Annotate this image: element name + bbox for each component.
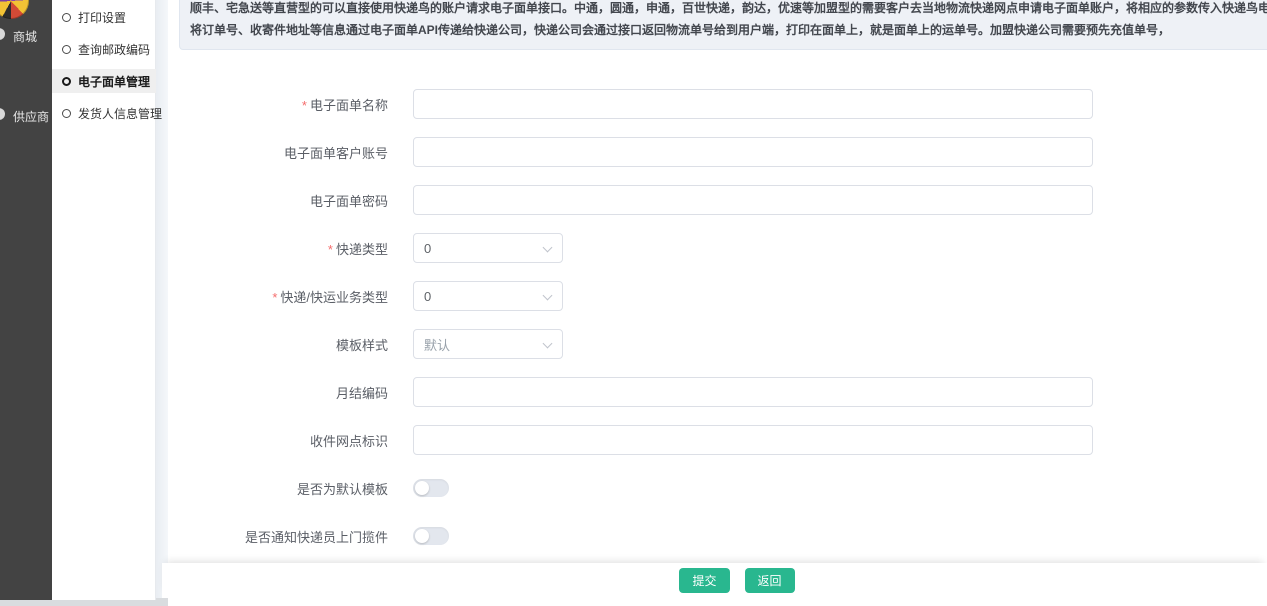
express-type-select[interactable]: 0: [413, 233, 563, 263]
waybill-password-input[interactable]: [413, 185, 1093, 215]
main-content: 顺丰、宅急送等直营型的可以直接使用快递鸟的账户请求电子面单接口。中通，圆通，申通…: [168, 0, 1267, 606]
field-label: 模板样式: [168, 335, 400, 354]
form-row-waybill-name: *电子面单名称: [168, 89, 1267, 119]
form-row-waybill-password: 电子面单密码: [168, 185, 1267, 215]
submenu-item-postal-code-query[interactable]: 查询邮政编码: [52, 37, 156, 61]
submenu-item-label: 打印设置: [78, 9, 126, 26]
submenu-item-print-settings[interactable]: 打印设置: [52, 5, 156, 29]
submenu-item-shipper-info[interactable]: 发货人信息管理: [52, 101, 156, 125]
field-label: 收件网点标识: [168, 431, 400, 450]
select-value: 0: [424, 289, 431, 304]
notify-courier-toggle[interactable]: [413, 527, 449, 545]
circle-bullet-icon: [62, 13, 71, 22]
form-row-receive-site: 收件网点标识: [168, 425, 1267, 455]
field-label: 电子面单密码: [168, 191, 400, 210]
notice-line-2: 将订单号、收寄件地址等信息通过电子面单API传递给快递公司，快递公司会通过接口返…: [190, 19, 1258, 41]
default-template-toggle[interactable]: [413, 479, 449, 497]
scrollbar-track[interactable]: [156, 0, 168, 598]
form-row-express-type: *快递类型 0: [168, 233, 1267, 263]
chevron-down-icon: [543, 339, 553, 349]
submenu-item-ewaybill-management[interactable]: 电子面单管理: [52, 69, 156, 93]
field-label: 月结编码: [168, 383, 400, 402]
chevron-down-icon: [543, 291, 553, 301]
sidebar-item-label: 商城: [13, 28, 37, 45]
field-label: 是否为默认模板: [168, 479, 400, 498]
submenu-item-label: 电子面单管理: [78, 73, 150, 90]
circle-bullet-icon: [62, 45, 71, 54]
receive-site-input[interactable]: [413, 425, 1093, 455]
toggle-knob: [415, 529, 429, 543]
select-value: 0: [424, 241, 431, 256]
form-row-default-template: 是否为默认模板: [168, 473, 1267, 503]
notice-line-1: 顺丰、宅急送等直营型的可以直接使用快递鸟的账户请求电子面单接口。中通，圆通，申通…: [190, 0, 1258, 19]
back-button[interactable]: 返回: [745, 568, 795, 593]
sidebar-item-supplier[interactable]: 供应商: [0, 106, 52, 124]
submenu-item-label: 发货人信息管理: [78, 105, 162, 122]
primary-sidebar: 商城 供应商: [0, 0, 52, 600]
circle-bullet-icon: [62, 109, 71, 118]
footer-action-bar: 提交 返回: [162, 563, 1267, 598]
mall-icon: [0, 28, 5, 40]
toggle-knob: [415, 481, 429, 495]
waybill-name-input[interactable]: [413, 89, 1093, 119]
submit-button[interactable]: 提交: [679, 568, 729, 593]
required-asterisk: *: [328, 242, 333, 257]
field-label: 电子面单客户账号: [168, 143, 400, 162]
sidebar-item-label: 供应商: [13, 108, 49, 125]
chevron-down-icon: [543, 243, 553, 253]
form-row-waybill-account: 电子面单客户账号: [168, 137, 1267, 167]
ewaybill-form: *电子面单名称 电子面单客户账号 电子面单密码 *快递类型 0 *快递/快运业务…: [168, 89, 1267, 569]
required-asterisk: *: [272, 290, 277, 305]
field-label: *电子面单名称: [168, 95, 400, 114]
required-asterisk: *: [302, 98, 307, 113]
circle-bullet-icon: [62, 77, 71, 86]
waybill-account-input[interactable]: [413, 137, 1093, 167]
secondary-sidebar: 打印设置 查询邮政编码 电子面单管理 发货人信息管理: [52, 0, 156, 600]
form-row-express-business-type: *快递/快运业务类型 0: [168, 281, 1267, 311]
template-style-select[interactable]: 默认: [413, 329, 563, 359]
select-value: 默认: [424, 335, 450, 354]
page: 商城 供应商 打印设置 查询邮政编码 电子面单管理 发货人信息管理 顺丰、宅急送…: [0, 0, 1267, 606]
sidebar-item-mall[interactable]: 商城: [0, 26, 52, 44]
form-row-notify-courier: 是否通知快递员上门揽件: [168, 521, 1267, 551]
form-row-template-style: 模板样式 默认: [168, 329, 1267, 359]
monthly-code-input[interactable]: [413, 377, 1093, 407]
info-notice: 顺丰、宅急送等直营型的可以直接使用快递鸟的账户请求电子面单接口。中通，圆通，申通…: [179, 0, 1267, 50]
field-label: *快递/快运业务类型: [168, 287, 400, 306]
field-label: 是否通知快递员上门揽件: [168, 527, 400, 546]
supplier-icon: [0, 108, 5, 120]
field-label: *快递类型: [168, 239, 400, 258]
app-logo[interactable]: [0, 0, 29, 19]
submenu-item-label: 查询邮政编码: [78, 41, 150, 58]
form-row-monthly-code: 月结编码: [168, 377, 1267, 407]
express-business-type-select[interactable]: 0: [413, 281, 563, 311]
